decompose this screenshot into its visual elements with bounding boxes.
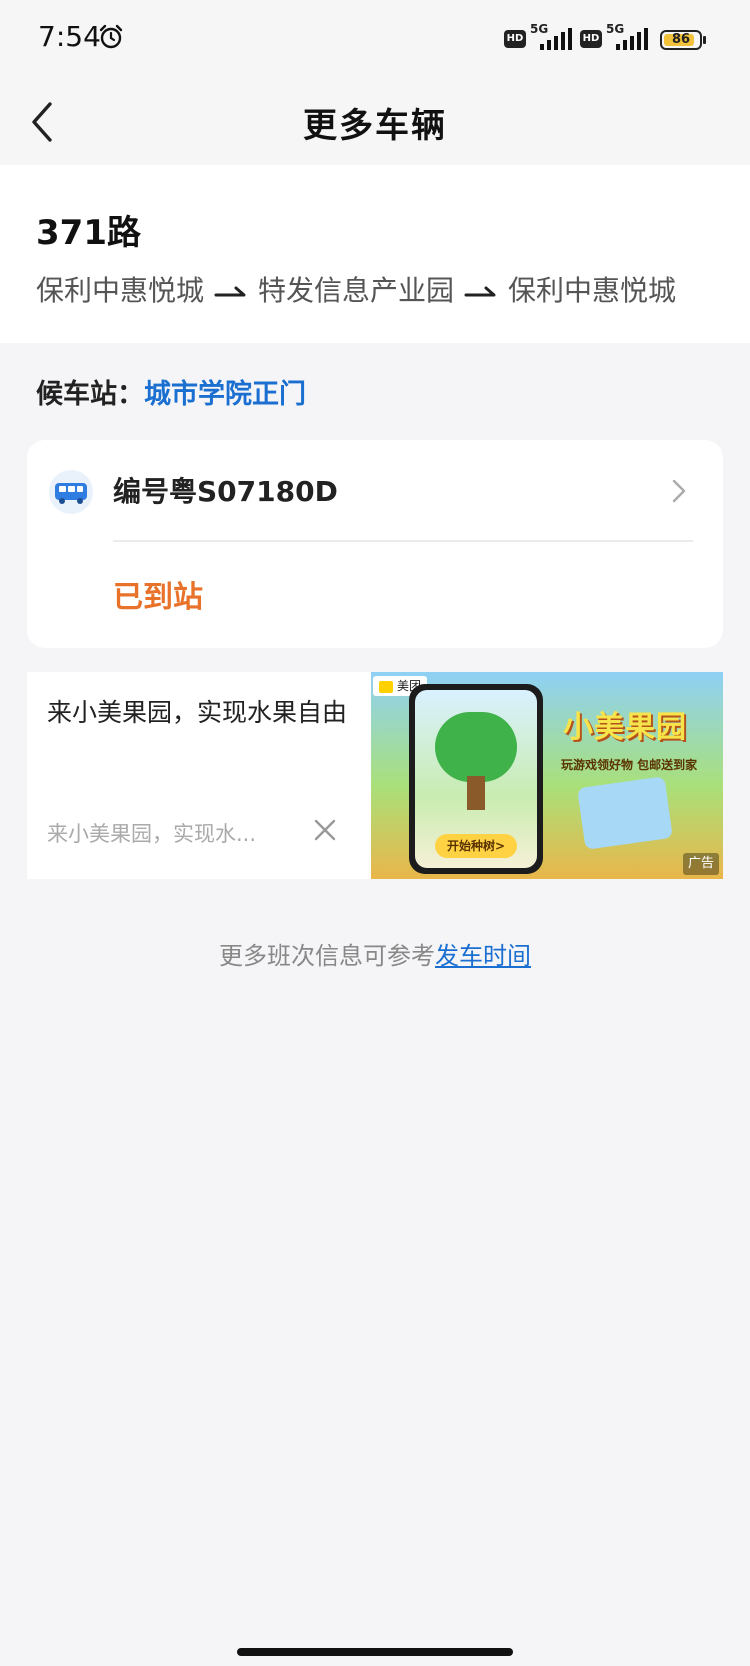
- status-indicators: HD 5G HD 5G 86: [504, 22, 714, 56]
- ad-slogan: 玩游戏领好物 包邮送到家: [561, 758, 698, 772]
- page-title: 更多车辆: [303, 106, 447, 146]
- route-path: 保利中惠悦城 特发信息产业园 保利中惠悦城: [36, 269, 676, 309]
- waiting-stop-name[interactable]: 城市学院正门: [144, 379, 306, 410]
- ad-title: 来小美果园，实现水果自由: [47, 698, 348, 727]
- start-planting-button: 开始种树>: [435, 834, 517, 858]
- bus-icon-graphic: [55, 483, 87, 504]
- tree-illustration: [435, 712, 517, 782]
- meituan-logo: [379, 680, 393, 693]
- hd-badge: HD: [504, 30, 526, 48]
- footer-note: 更多班次信息可参考发车时间: [0, 936, 750, 971]
- status-time: 7:54: [38, 20, 101, 53]
- home-indicator[interactable]: [237, 1648, 513, 1656]
- close-icon[interactable]: [313, 818, 337, 842]
- route-stop-middle: 特发信息产业园: [258, 274, 455, 307]
- alarm-icon: [99, 24, 123, 49]
- hd-badge-2: HD: [580, 30, 602, 48]
- waiting-stop-label: 候车站：: [36, 379, 144, 410]
- arrow-right-icon: [464, 286, 496, 297]
- nav-bar: 更多车辆: [0, 78, 750, 166]
- arrow-right-icon: [214, 286, 246, 297]
- bus-icon: [49, 470, 93, 514]
- battery-tip: [703, 36, 706, 44]
- ad-card[interactable]: 来小美果园，实现水果自由 来小美果园，实现水... 美团 开始种树> 小美果园 …: [27, 672, 723, 879]
- phone-screen: 开始种树>: [415, 690, 537, 868]
- ad-tag: 广告: [682, 853, 719, 875]
- route-stop-start: 保利中惠悦城: [36, 274, 205, 307]
- arrival-status: 已到站: [113, 580, 203, 615]
- route-name: 371路: [36, 213, 141, 253]
- route-info: 371路 保利中惠悦城 特发信息产业园 保利中惠悦城: [0, 165, 750, 343]
- route-stop-end: 保利中惠悦城: [508, 274, 677, 307]
- phone-illustration: 开始种树>: [409, 684, 543, 874]
- vehicle-plate: 编号粤S07180D: [113, 475, 338, 508]
- battery-level: 86: [671, 32, 691, 47]
- battery-icon: 86: [660, 30, 702, 50]
- waiting-stop: 候车站：城市学院正门: [36, 372, 306, 411]
- status-bar: 7:54 HD 5G HD 5G 86: [0, 0, 750, 78]
- signal-icon-2: [616, 28, 648, 50]
- tissue-illustration: [577, 776, 673, 850]
- signal-icon: [540, 28, 572, 50]
- divider: [113, 540, 693, 542]
- ad-image[interactable]: 美团 开始种树> 小美果园 玩游戏领好物 包邮送到家 广告: [371, 672, 723, 879]
- vehicle-card[interactable]: 编号粤S07180D 已到站: [27, 440, 723, 648]
- departure-time-link[interactable]: 发车时间: [435, 942, 531, 970]
- ad-headline: 小美果园: [563, 710, 687, 745]
- tree-trunk: [467, 776, 485, 810]
- ad-description: 来小美果园，实现水...: [47, 822, 257, 846]
- footer-text: 更多班次信息可参考: [219, 942, 435, 970]
- chevron-right-icon: [672, 479, 686, 503]
